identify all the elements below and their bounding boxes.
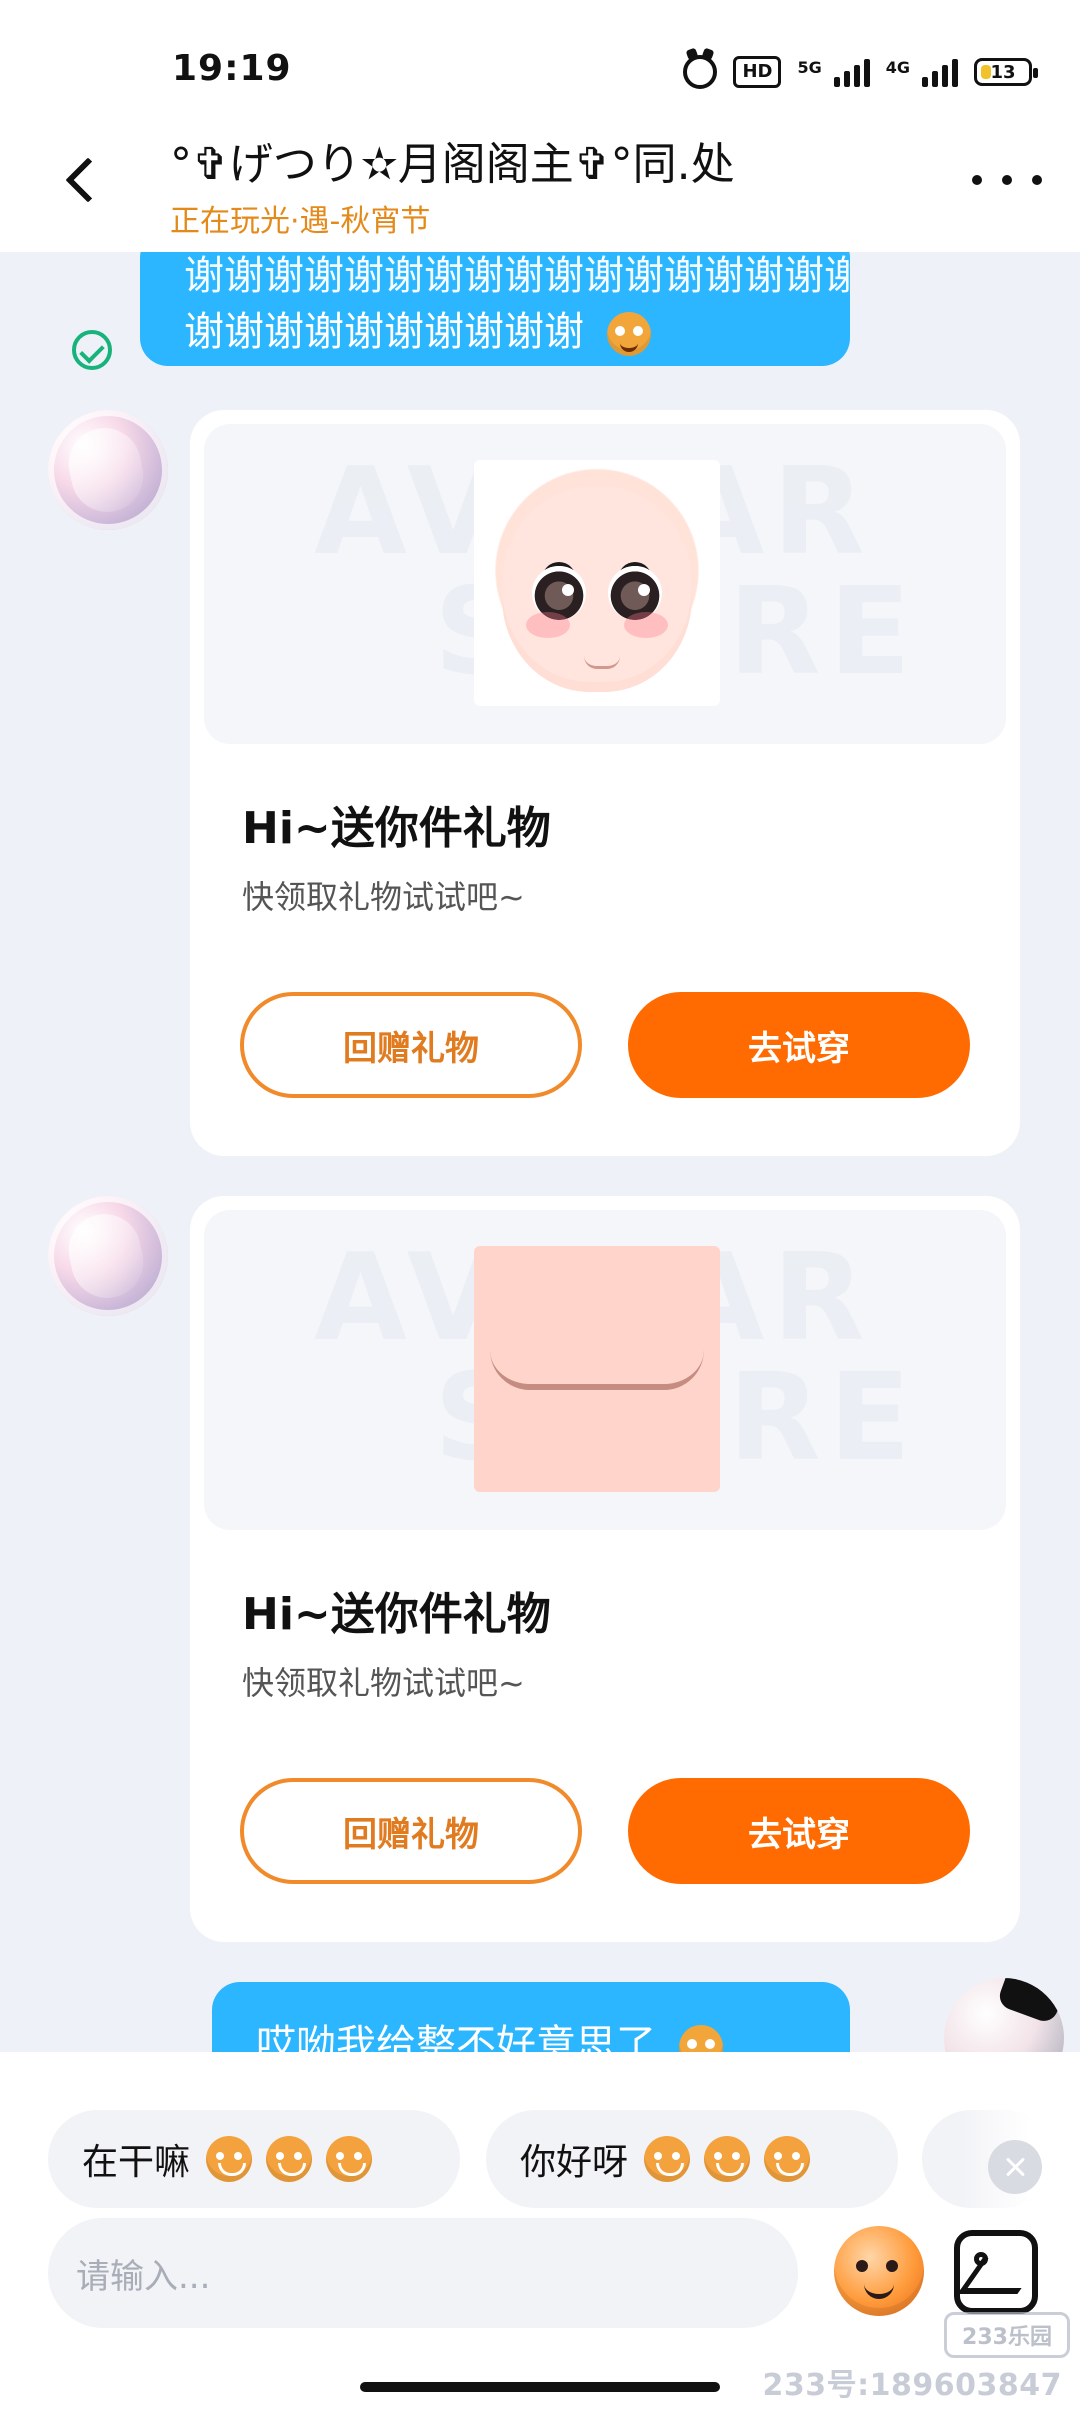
signal-5g-group: 5G xyxy=(797,57,870,87)
emoji-icon xyxy=(266,2136,313,2182)
cheek-left xyxy=(526,612,570,638)
emoji-icon xyxy=(206,2136,253,2182)
message-input[interactable]: 请输入... xyxy=(48,2218,798,2328)
gift-title: Hi~送你件礼物 xyxy=(242,803,551,854)
home-indicator[interactable] xyxy=(360,2382,720,2392)
composer-panel: 在干嘛 你好呀 请输入... xyxy=(0,2052,1080,2412)
message-input-placeholder: 请输入... xyxy=(76,2256,211,2297)
gift-title: Hi~送你件礼物 xyxy=(242,1589,551,1640)
chat-scroll-area[interactable]: 谢谢谢谢谢谢谢谢谢谢谢谢谢谢谢谢谢谢谢谢 谢谢谢谢谢谢谢谢谢谢 AVATAR S… xyxy=(0,252,1080,2052)
more-dot-icon xyxy=(972,175,982,185)
return-gift-button[interactable]: 回赠礼物 xyxy=(240,1778,582,1884)
chevron-left-icon xyxy=(65,157,111,203)
emoji-icon xyxy=(764,2136,811,2182)
chat-header-title-area: °✞げつり✫月阁阁主✞°同.处 正在玩光·遇-秋宵节 xyxy=(170,128,930,240)
gift-image-face xyxy=(474,460,720,706)
gift-card: AVATAR STORE Hi~送你件礼物 快领取礼物试试吧~ 回赠礼物 去试穿 xyxy=(190,1196,1020,1942)
more-dot-icon xyxy=(1002,175,1012,185)
quick-reply-chip[interactable]: 在干嘛 xyxy=(48,2110,460,2208)
quick-reply-text: 在干嘛 xyxy=(82,2142,191,2183)
close-quick-replies-button[interactable] xyxy=(988,2140,1042,2194)
quick-reply-emojis xyxy=(644,2136,811,2182)
outgoing-message-bubble[interactable]: 谢谢谢谢谢谢谢谢谢谢谢谢谢谢谢谢谢谢谢谢 谢谢谢谢谢谢谢谢谢谢 xyxy=(140,252,850,366)
cheek-right xyxy=(624,612,668,638)
sticker-button[interactable] xyxy=(834,2226,924,2316)
status-time: 19:19 xyxy=(172,48,292,89)
try-on-button[interactable]: 去试穿 xyxy=(628,1778,970,1884)
battery-text: 13 xyxy=(990,61,1016,83)
chat-subtitle: 正在玩光·遇-秋宵节 xyxy=(170,204,431,239)
sent-check-icon xyxy=(72,330,112,370)
message-text-line: 谢谢谢谢谢谢谢谢谢谢 xyxy=(184,304,824,360)
gift-subtitle: 快领取礼物试试吧~ xyxy=(242,1664,525,1702)
mouth-line xyxy=(584,656,620,669)
avatar[interactable] xyxy=(48,1196,168,1316)
lips-shape xyxy=(490,1350,704,1390)
emoji-icon xyxy=(704,2136,751,2182)
more-options-button[interactable] xyxy=(972,160,1042,200)
signal-bars-icon xyxy=(833,57,870,87)
status-icons: HD 5G 4G 13 xyxy=(683,48,1038,96)
gift-image-lips xyxy=(474,1246,720,1492)
message-text-line: 谢谢谢谢谢谢谢谢谢谢谢谢谢谢谢谢谢谢谢谢 xyxy=(184,253,850,299)
signal-5g-label: 5G xyxy=(797,58,822,77)
hd-icon: HD xyxy=(733,56,782,88)
quick-reply-chip[interactable]: 你好呀 xyxy=(486,2110,898,2208)
outgoing-message-bubble[interactable]: 哎呦我给整不好意思了 xyxy=(212,1982,850,2052)
quick-reply-emojis xyxy=(206,2136,373,2182)
footer-id: 233号:189603847 xyxy=(762,2368,1062,2403)
emoji-icon xyxy=(644,2136,691,2182)
battery-icon: 13 xyxy=(974,58,1038,86)
chat-title: °✞げつり✫月阁阁主✞°同.处 xyxy=(170,139,735,190)
avatar[interactable] xyxy=(48,410,168,530)
emoji-icon xyxy=(678,2025,723,2052)
avatar[interactable] xyxy=(944,1978,1064,2052)
quick-replies-row[interactable]: 在干嘛 你好呀 xyxy=(0,2084,1080,2208)
signal-4g-label: 4G xyxy=(885,58,910,77)
watermark-badge: 233乐园 xyxy=(944,2312,1070,2358)
alarm-icon xyxy=(683,55,718,89)
emoji-icon xyxy=(326,2136,373,2182)
signal-4g-group: 4G xyxy=(886,57,958,87)
more-dot-icon xyxy=(1032,175,1042,185)
message-text: 哎呦我给整不好意思了 xyxy=(256,2022,656,2052)
try-on-button[interactable]: 去试穿 xyxy=(628,992,970,1098)
gift-card: AVATAR STORE Hi~送你件礼物 快领取礼物试试吧~ 回赠礼物 去试穿 xyxy=(190,410,1020,1156)
top-bar: 19:19 HD 5G 4G 13 °✞げつり✫月阁阁主✞°同.处 正在玩光·遇… xyxy=(0,0,1080,252)
return-gift-button[interactable]: 回赠礼物 xyxy=(240,992,582,1098)
quick-reply-text: 你好呀 xyxy=(520,2142,629,2183)
face-shape xyxy=(502,486,692,692)
gift-preview[interactable]: AVATAR STORE xyxy=(204,1210,1006,1530)
gift-subtitle: 快领取礼物试试吧~ xyxy=(242,878,525,916)
close-icon xyxy=(1003,2155,1027,2179)
image-button[interactable] xyxy=(954,2230,1038,2314)
emoji-icon xyxy=(606,312,651,356)
gift-preview[interactable]: AVATAR STORE xyxy=(204,424,1006,744)
message-text: 谢谢谢谢谢谢谢谢谢谢 xyxy=(184,309,584,355)
back-button[interactable] xyxy=(58,150,118,210)
signal-bars-icon xyxy=(922,57,958,87)
status-bar: 19:19 HD 5G 4G 13 xyxy=(0,0,1080,140)
